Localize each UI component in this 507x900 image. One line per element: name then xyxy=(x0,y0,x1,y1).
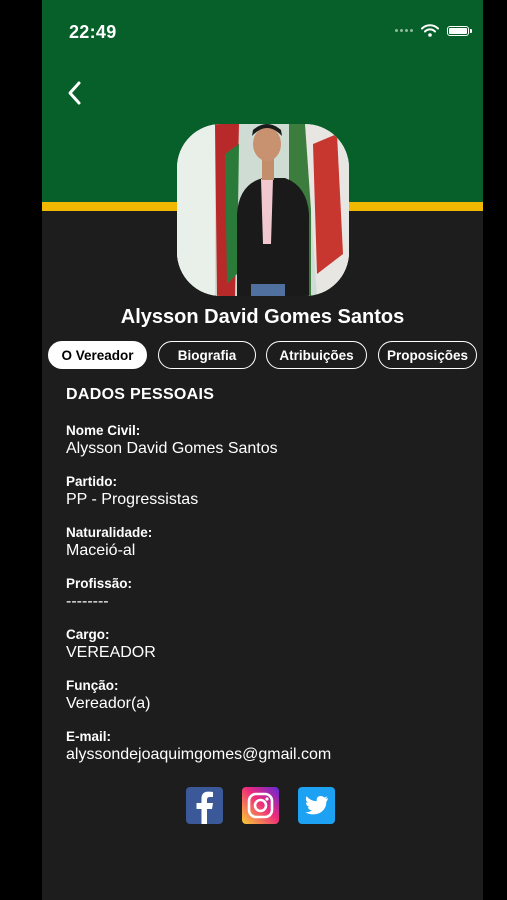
back-button[interactable] xyxy=(64,78,90,108)
facebook-button[interactable] xyxy=(186,787,223,824)
facebook-icon xyxy=(196,791,213,824)
tab-atribuicoes[interactable]: Atribuições xyxy=(266,341,367,369)
instagram-icon xyxy=(247,792,274,819)
tab-o-vereador[interactable]: O Vereador xyxy=(48,341,147,369)
field-value: VEREADOR xyxy=(66,644,156,661)
field-label: Cargo: xyxy=(66,627,110,642)
signal-icon xyxy=(395,29,413,32)
field-email: E-mail: alyssondejoaquimgomes@gmail.com xyxy=(66,728,466,764)
tab-biografia[interactable]: Biografia xyxy=(158,341,256,369)
status-time: 22:49 xyxy=(69,22,117,42)
wifi-icon xyxy=(421,24,439,37)
field-funcao: Função: Vereador(a) xyxy=(66,677,466,713)
field-label: E-mail: xyxy=(66,729,112,744)
battery-icon xyxy=(447,25,472,36)
status-icons xyxy=(395,24,472,37)
field-nome-civil: Nome Civil: Alysson David Gomes Santos xyxy=(66,422,466,458)
field-label: Partido: xyxy=(66,474,118,489)
profile-name: Alysson David Gomes Santos xyxy=(120,306,405,328)
field-profissao: Profissão: -------- xyxy=(66,575,466,611)
field-label: Nome Civil: xyxy=(66,423,141,438)
instagram-button[interactable] xyxy=(242,787,279,824)
field-value: Maceió-al xyxy=(66,542,136,559)
twitter-button[interactable] xyxy=(298,787,335,824)
twitter-icon xyxy=(305,796,328,815)
personal-data-section: DADOS PESSOAIS Nome Civil: Alysson David… xyxy=(66,384,466,779)
field-value: -------- xyxy=(66,593,109,610)
section-title: DADOS PESSOAIS xyxy=(66,386,215,403)
chevron-left-icon xyxy=(68,81,81,105)
field-partido: Partido: PP - Progressistas xyxy=(66,473,466,509)
profile-tabs: O Vereador Biografia Atribuições Proposi… xyxy=(42,341,483,371)
social-links xyxy=(186,787,335,824)
field-cargo: Cargo: VEREADOR xyxy=(66,626,466,662)
field-value: Alysson David Gomes Santos xyxy=(66,440,278,457)
field-label: Naturalidade: xyxy=(66,525,153,540)
field-label: Função: xyxy=(66,678,119,693)
profile-photo xyxy=(177,124,349,296)
field-value: Vereador(a) xyxy=(66,695,151,712)
field-value: PP - Progressistas xyxy=(66,491,199,508)
app-screen: 22:49 Alysson David Gomes Santos O Verea… xyxy=(42,0,483,900)
field-naturalidade: Naturalidade: Maceió-al xyxy=(66,524,466,560)
field-value[interactable]: alyssondejoaquimgomes@gmail.com xyxy=(66,745,466,764)
field-label: Profissão: xyxy=(66,576,133,591)
tab-proposicoes[interactable]: Proposições xyxy=(378,341,477,369)
